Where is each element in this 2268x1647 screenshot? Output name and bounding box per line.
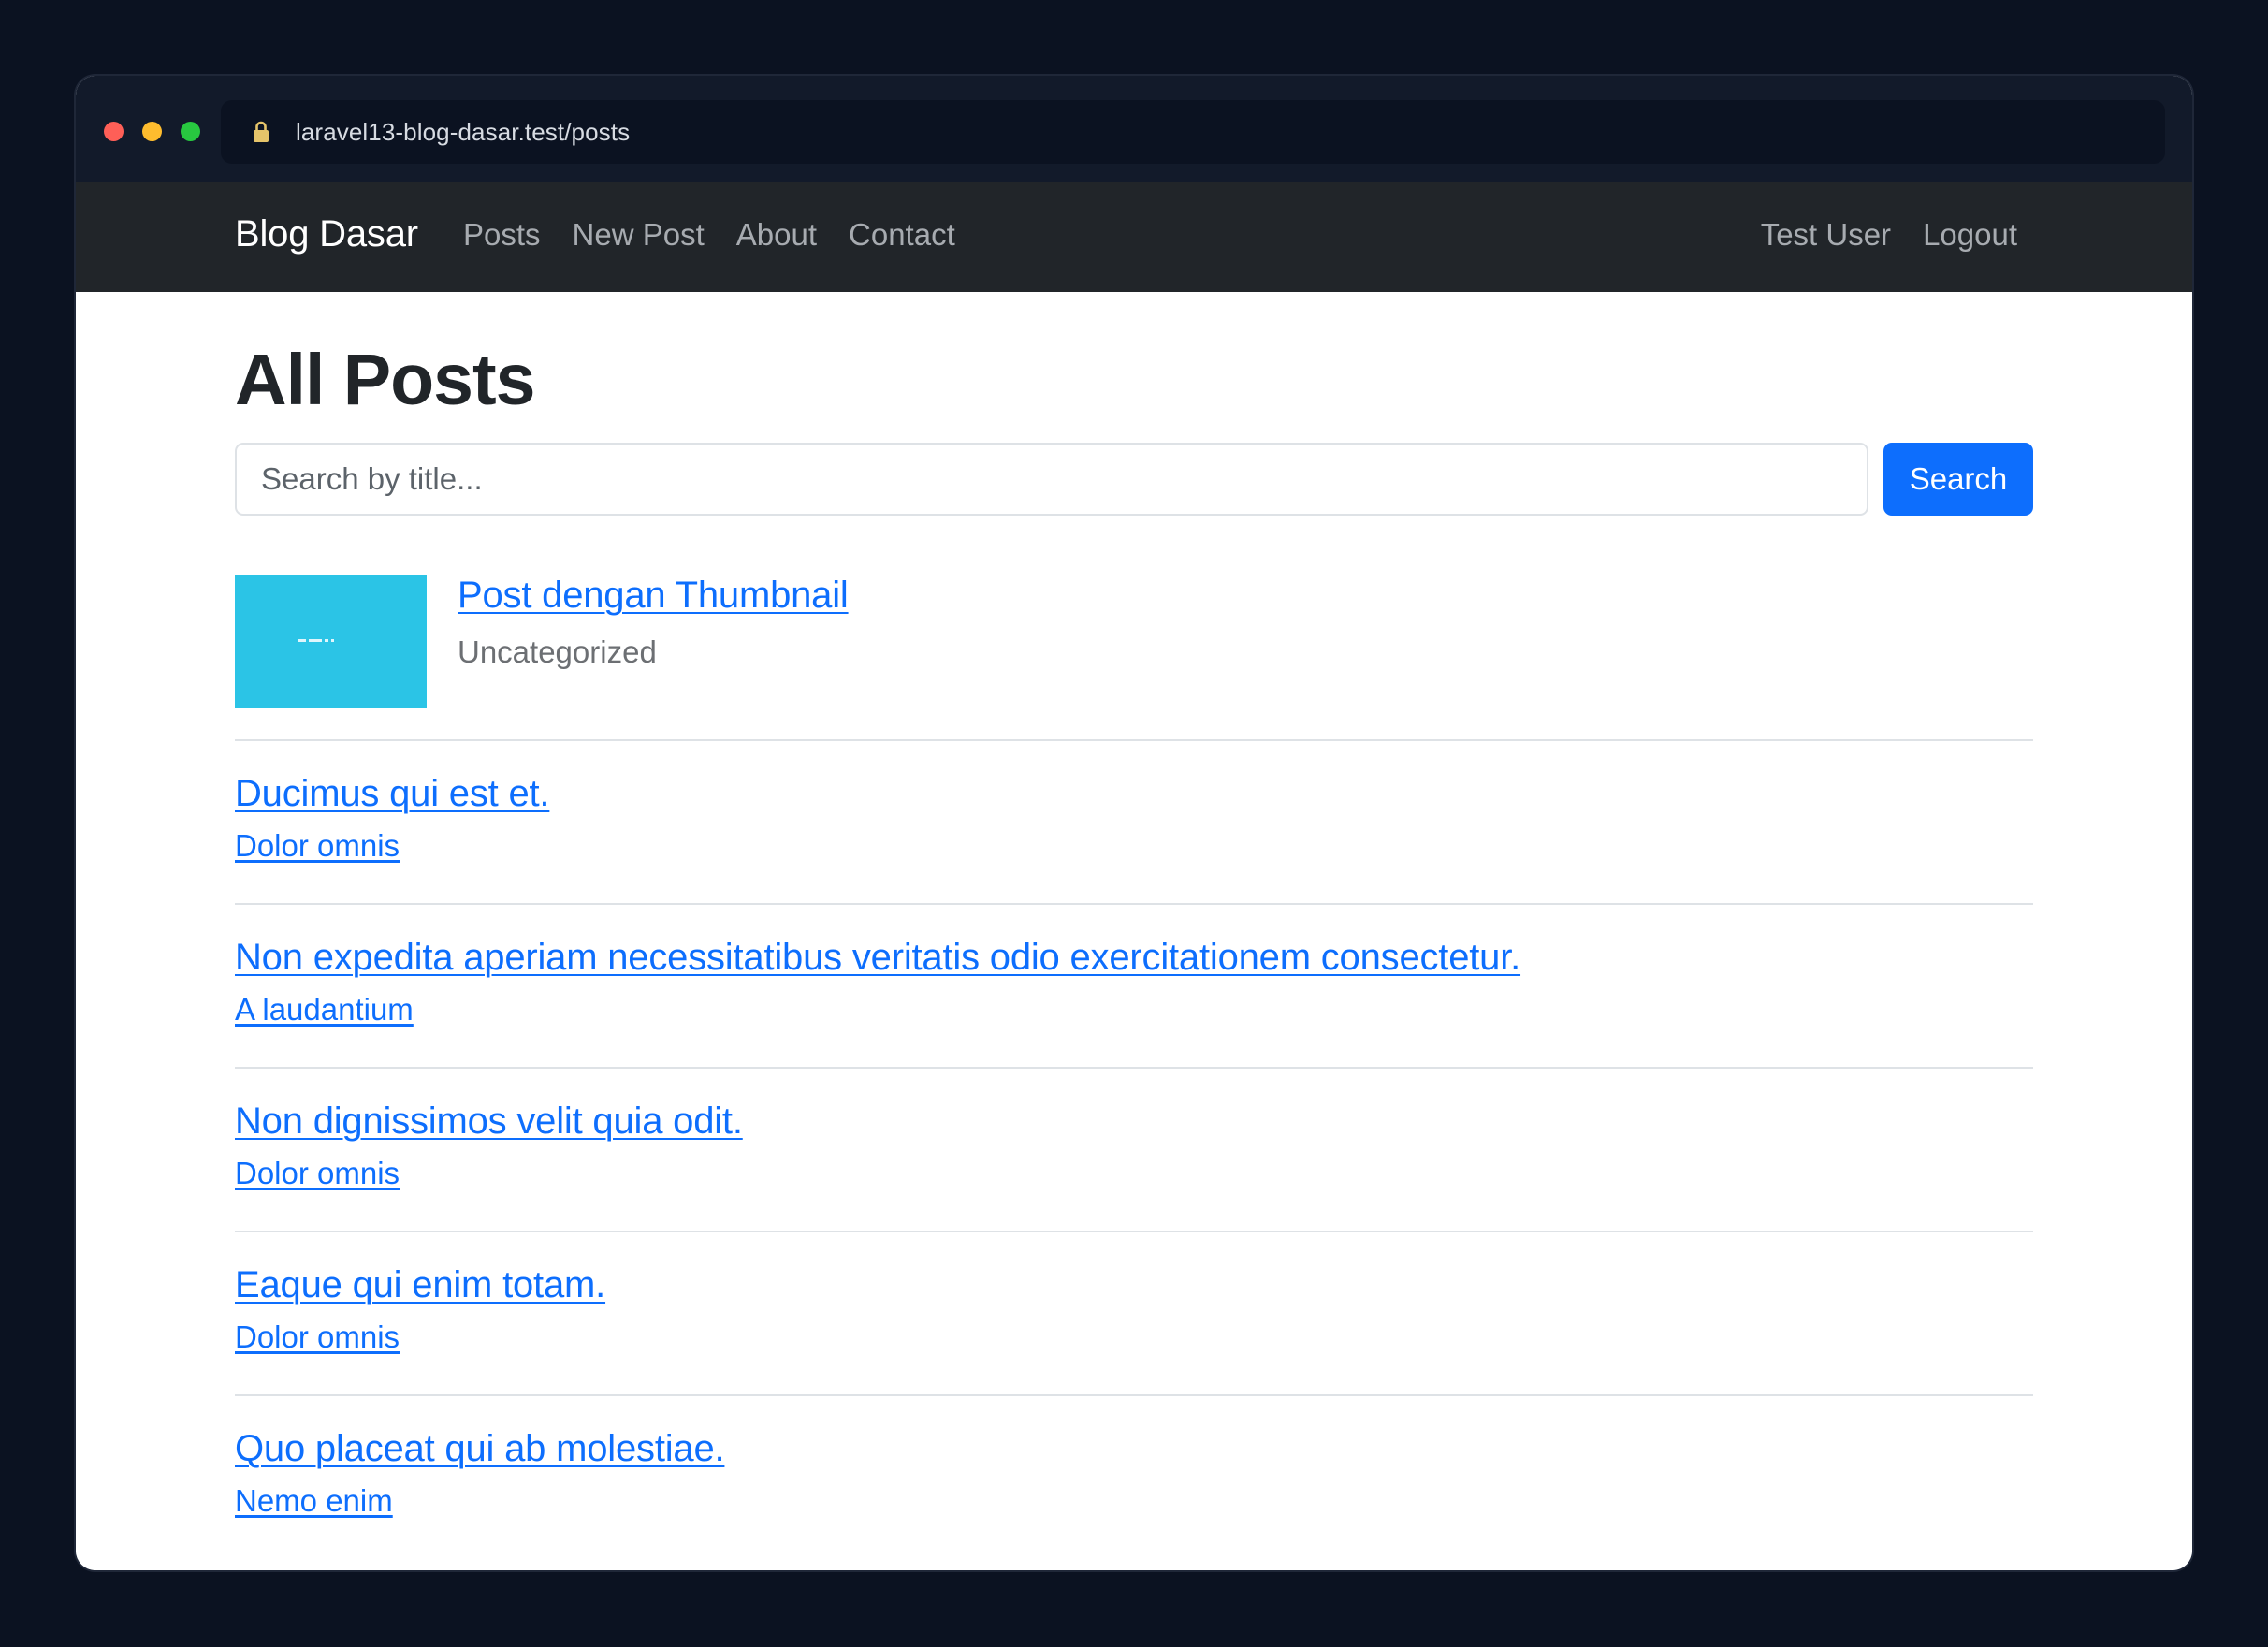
close-window-button[interactable] [104, 122, 124, 141]
address-bar[interactable]: laravel13-blog-dasar.test/posts [221, 100, 2165, 164]
user-name-link[interactable]: Test User [1761, 217, 1891, 253]
post-title-link[interactable]: Quo placeat qui ab molestiae. [235, 1428, 725, 1470]
post-category-link[interactable]: Nemo enim [235, 1483, 393, 1519]
list-item: Post dengan Thumbnail Uncategorized [235, 575, 2033, 737]
post-title-link[interactable]: Non expedita aperiam necessitatibus veri… [235, 937, 1520, 979]
post-category-link[interactable]: Dolor omnis [235, 828, 400, 864]
post-title-link[interactable]: Non dignissimos velit quia odit. [235, 1100, 743, 1143]
nav-link-about[interactable]: About [736, 217, 817, 253]
nav-links: Posts New Post About Contact [463, 217, 987, 253]
list-item: Non expedita aperiam necessitatibus veri… [235, 937, 2033, 1030]
nav-link-contact[interactable]: Contact [849, 217, 955, 253]
lock-icon [250, 119, 272, 145]
url-text: laravel13-blog-dasar.test/posts [296, 117, 631, 146]
search-form: Search [235, 443, 2033, 516]
post-divider [235, 1067, 2033, 1069]
list-item: Non dignissimos velit quia odit. Dolor o… [235, 1100, 2033, 1194]
post-title-link[interactable]: Eaque qui enim totam. [235, 1264, 605, 1306]
post-category-link[interactable]: Dolor omnis [235, 1319, 400, 1355]
logout-link[interactable]: Logout [1923, 217, 2017, 253]
post-thumbnail[interactable] [235, 575, 427, 708]
post-title-link[interactable]: Post dengan Thumbnail [458, 575, 849, 617]
post-divider [235, 739, 2033, 741]
post-divider [235, 1231, 2033, 1232]
post-category: Uncategorized [458, 634, 657, 669]
post-category-link[interactable]: A laudantium [235, 992, 414, 1028]
post-divider [235, 1394, 2033, 1396]
search-button[interactable]: Search [1883, 443, 2033, 516]
search-input[interactable] [235, 443, 1868, 516]
nav-user-area: Test User Logout [1761, 217, 2017, 253]
main-content: All Posts Search Post dengan Thumbnail U… [76, 292, 2192, 1570]
post-divider [235, 903, 2033, 905]
site-navbar: Blog Dasar Posts New Post About Contact … [76, 182, 2192, 292]
post-category-link[interactable]: Dolor omnis [235, 1156, 400, 1191]
maximize-window-button[interactable] [181, 122, 200, 141]
thumbnail-placeholder-text [298, 639, 334, 643]
list-item: Eaque qui enim totam. Dolor omnis [235, 1264, 2033, 1358]
post-title-link[interactable]: Ducimus qui est et. [235, 773, 550, 815]
list-item: Ducimus qui est et. Dolor omnis [235, 773, 2033, 867]
brand-link[interactable]: Blog Dasar [235, 213, 418, 255]
browser-titlebar: laravel13-blog-dasar.test/posts [76, 76, 2192, 182]
browser-window: laravel13-blog-dasar.test/posts Blog Das… [76, 76, 2192, 1570]
nav-link-new-post[interactable]: New Post [573, 217, 705, 253]
list-item: Quo placeat qui ab molestiae. Nemo enim [235, 1428, 2033, 1522]
nav-link-posts[interactable]: Posts [463, 217, 541, 253]
minimize-window-button[interactable] [142, 122, 162, 141]
page-title: All Posts [235, 340, 535, 420]
